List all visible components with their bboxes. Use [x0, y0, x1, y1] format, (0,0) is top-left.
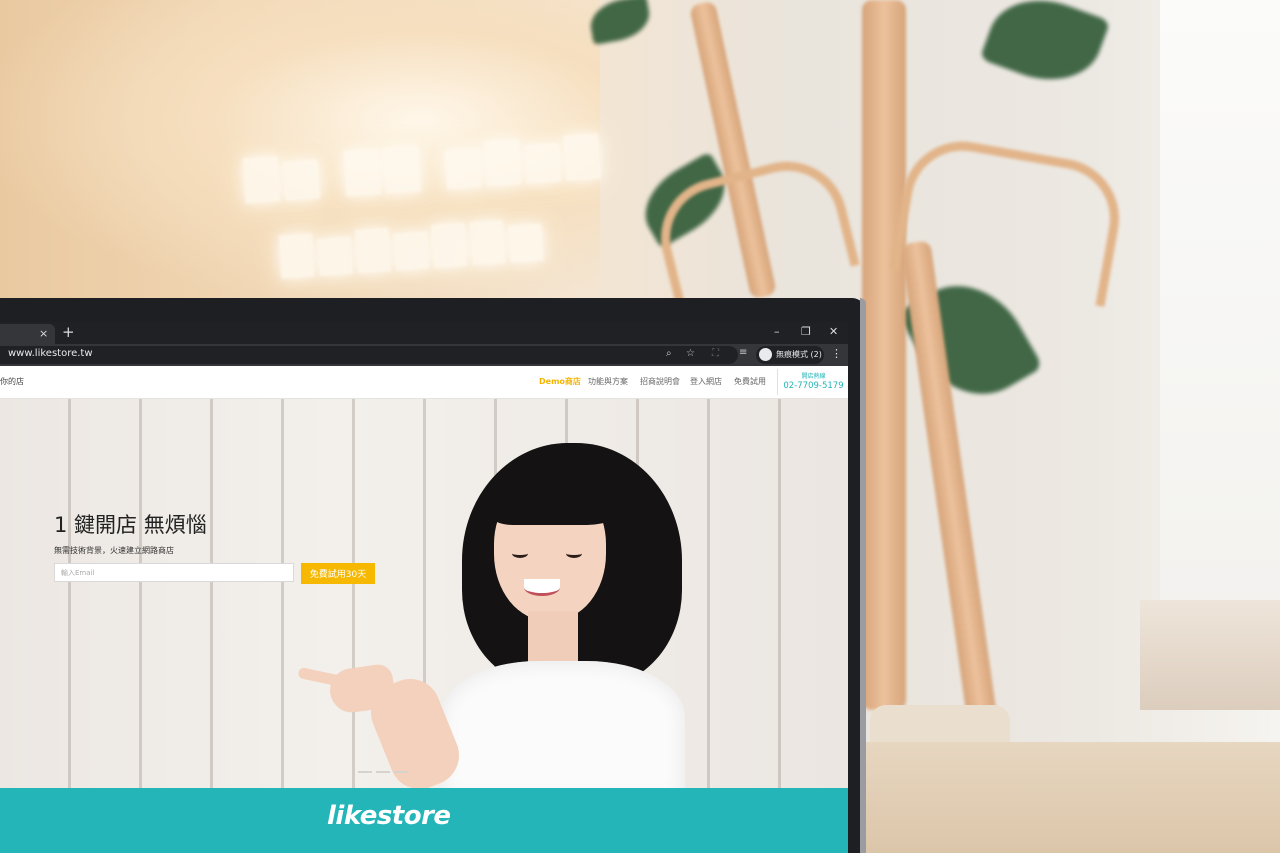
- email-input[interactable]: [54, 563, 294, 582]
- hotline[interactable]: 開店熱線 02-7709-5179: [777, 369, 848, 395]
- wooden-table: [860, 742, 1280, 853]
- browser-tab[interactable]: ×: [0, 324, 55, 344]
- nav-free-trial[interactable]: 免費試用: [734, 376, 766, 387]
- carousel-indicators: [358, 771, 412, 775]
- free-trial-button[interactable]: 免費試用30天: [301, 563, 375, 584]
- site-logo[interactable]: 你的店: [0, 376, 24, 387]
- close-tab-icon[interactable]: ×: [39, 327, 48, 340]
- zoom-icon[interactable]: ⌕: [666, 348, 672, 359]
- site-header: 你的店 Demo商店 功能與方案 招商說明會 登入網店 免費試用 開店熱線 02…: [0, 366, 848, 399]
- model-smile: [524, 579, 560, 596]
- laptop-edge: [860, 298, 866, 853]
- hotline-label: 開店熱線: [801, 373, 826, 380]
- model-bangs: [488, 455, 624, 525]
- laptop: × + – ❐ ✕ www.likestore.tw ⌕ ☆ ⛶ ≡ 無痕模式 …: [0, 298, 866, 853]
- reading-list-icon[interactable]: ≡: [739, 347, 747, 358]
- incognito-icon: [759, 348, 772, 361]
- hero-subtitle: 無需技術背景，火速建立網路商店: [54, 546, 174, 555]
- coat-rack-pole: [862, 0, 906, 710]
- restore-icon[interactable]: ❐: [801, 325, 811, 338]
- model-eye: [566, 549, 582, 558]
- nav-demo-store[interactable]: Demo商店: [539, 376, 581, 387]
- nav-seminar[interactable]: 招商說明會: [640, 376, 680, 387]
- minimize-icon[interactable]: –: [774, 325, 780, 338]
- hotline-number[interactable]: 02-7709-5179: [778, 381, 848, 391]
- url-text[interactable]: www.likestore.tw: [8, 348, 93, 359]
- hero-banner: 1 鍵開店 無煩惱 無需技術背景，火速建立網路商店 免費試用30天: [0, 399, 848, 788]
- model-dress: [440, 661, 685, 788]
- window-light: [1160, 0, 1280, 610]
- carousel-dot[interactable]: [394, 771, 408, 773]
- carousel-dot[interactable]: [358, 771, 372, 773]
- model-eye: [512, 549, 528, 558]
- screen-cast-icon[interactable]: ⛶: [712, 348, 719, 359]
- window-sill: [1140, 600, 1280, 710]
- incognito-profile-button[interactable]: 無痕模式 (2): [756, 346, 824, 364]
- incognito-label: 無痕模式 (2): [776, 350, 822, 359]
- browser-toolbar: www.likestore.tw ⌕ ☆ ⛶ ≡ 無痕模式 (2) ⋮: [0, 344, 848, 366]
- address-bar[interactable]: www.likestore.tw ⌕ ☆ ⛶: [0, 346, 738, 364]
- nav-login[interactable]: 登入網店: [690, 376, 722, 387]
- new-tab-icon[interactable]: +: [62, 323, 75, 341]
- browser-tab-bar: × + – ❐ ✕: [0, 322, 848, 344]
- nav-features-plans[interactable]: 功能與方案: [588, 376, 628, 387]
- bookmark-star-icon[interactable]: ☆: [686, 348, 695, 359]
- browser-menu-icon[interactable]: ⋮: [831, 347, 842, 360]
- brand-band: likestore: [0, 788, 848, 853]
- likestore-logo: likestore: [327, 801, 451, 831]
- hero-title: 1 鍵開店 無煩惱: [54, 513, 207, 537]
- laptop-screen: × + – ❐ ✕ www.likestore.tw ⌕ ☆ ⛶ ≡ 無痕模式 …: [0, 322, 848, 853]
- carousel-dot[interactable]: [376, 771, 390, 773]
- close-window-icon[interactable]: ✕: [829, 325, 838, 338]
